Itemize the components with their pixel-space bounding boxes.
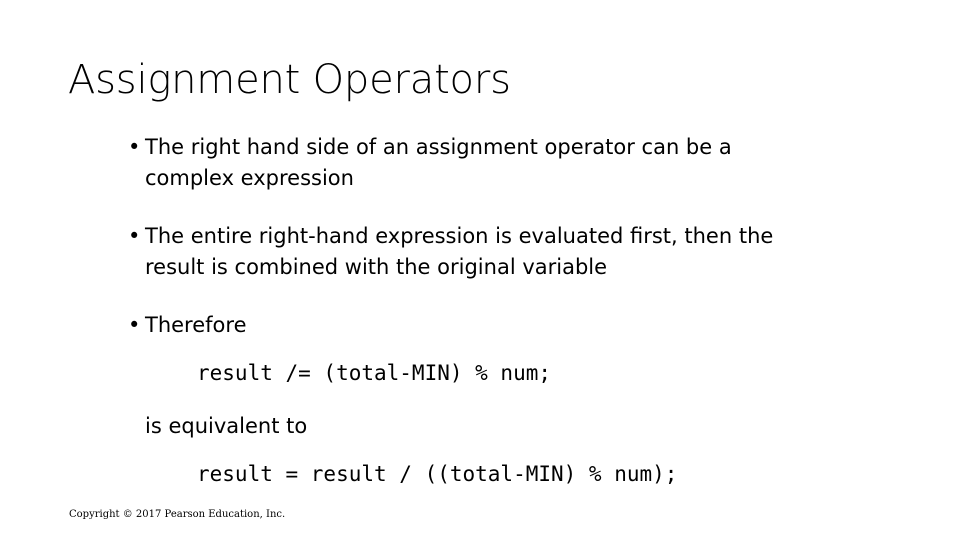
slide-body: • The right hand side of an assignment o… bbox=[128, 132, 808, 341]
bullet-point-icon: • bbox=[128, 224, 141, 248]
footer-copyright: Copyright © 2017 Pearson Education, Inc. bbox=[69, 509, 286, 520]
page-title: Assignment Operators bbox=[68, 57, 511, 103]
slide-canvas: Assignment Operators • The right hand si… bbox=[0, 0, 960, 540]
bullet-text: The right hand side of an assignment ope… bbox=[145, 135, 732, 190]
bullet-point-icon: • bbox=[128, 313, 141, 337]
list-item: • The entire right-hand expression is ev… bbox=[128, 221, 808, 283]
bullet-text: The entire right-hand expression is eval… bbox=[145, 224, 774, 279]
bullet-text: Therefore bbox=[145, 313, 247, 337]
code-snippet-expanded-form: result = result / ((total-MIN) % num); bbox=[197, 462, 678, 486]
list-item: • The right hand side of an assignment o… bbox=[128, 132, 808, 194]
list-item: • Therefore bbox=[128, 310, 808, 341]
code-snippet-compound-assignment: result /= (total-MIN) % num; bbox=[197, 361, 552, 385]
bullet-point-icon: • bbox=[128, 135, 141, 159]
equivalence-label: is equivalent to bbox=[145, 414, 308, 438]
